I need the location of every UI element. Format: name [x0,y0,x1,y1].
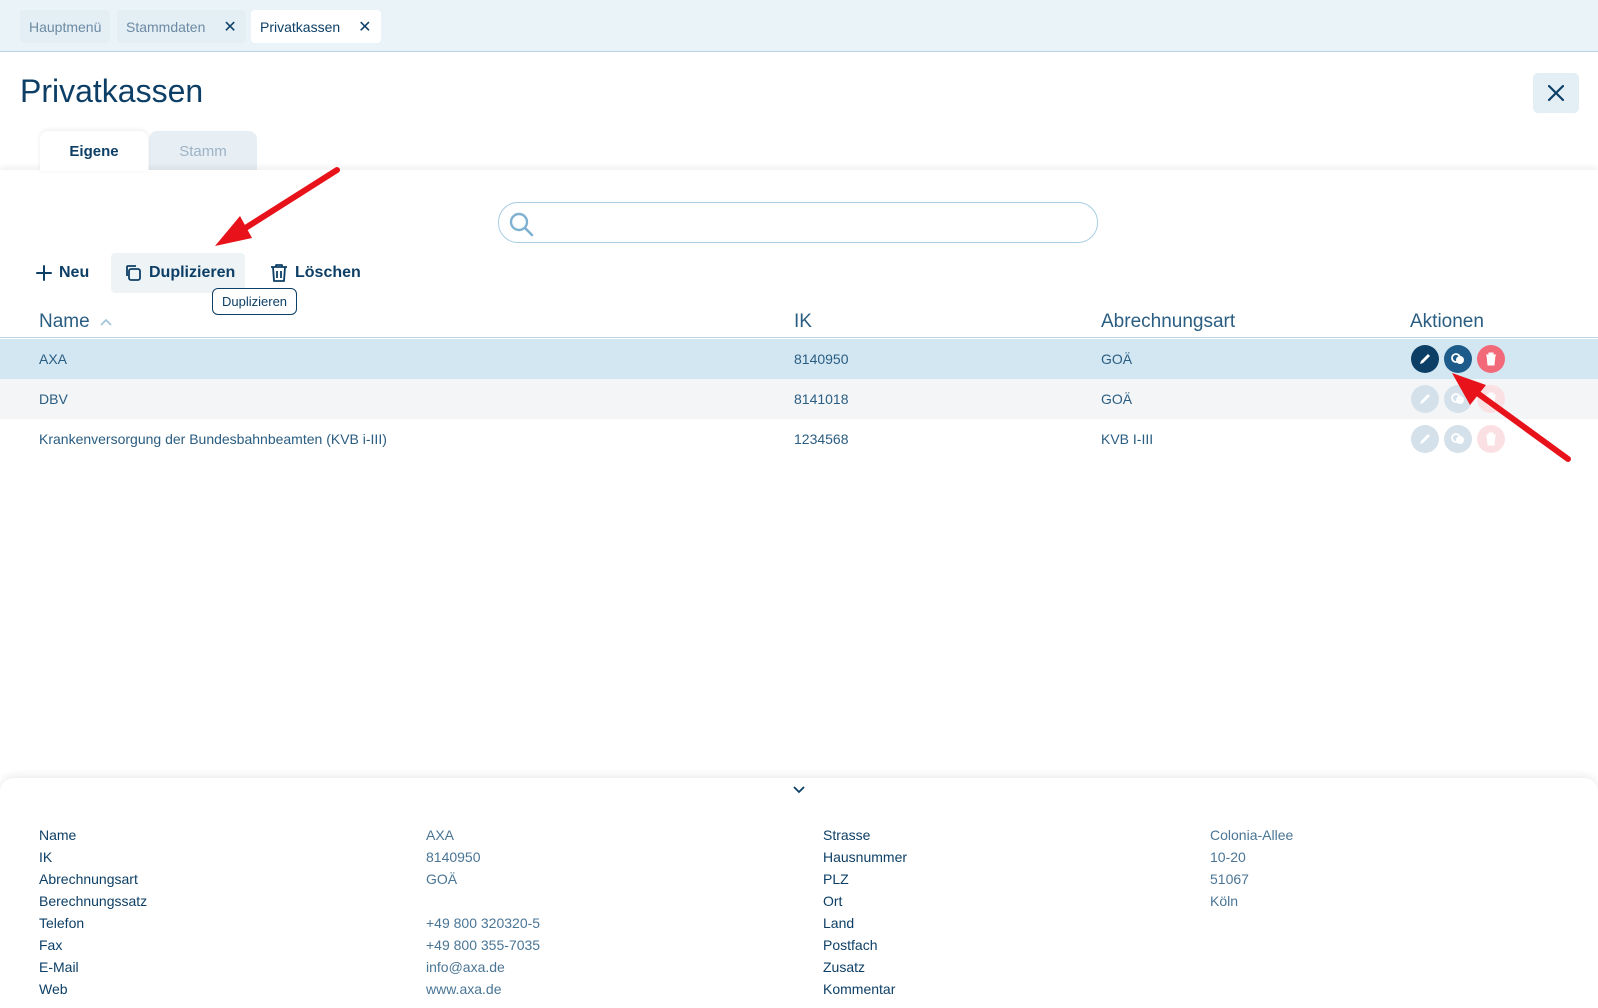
duplicate-icon [1451,433,1464,444]
column-header-abrechnungsart[interactable]: Abrechnungsart [1101,311,1235,333]
page-title: Privatkassen [20,73,204,109]
tab-label: Hauptmenü [29,18,102,35]
row-actions [1411,425,1510,453]
duplicate-tooltip: Duplizieren [212,288,298,315]
tab-eigene[interactable]: Eigene [40,131,148,171]
cell-name: DBV [39,391,68,407]
new-button-label: Neu [59,264,90,281]
detail-label: Land [823,915,855,931]
detail-value: AXA [426,827,455,843]
content-panel-edge [0,170,1598,178]
duplicate-icon [1451,353,1464,364]
trash-icon [1486,392,1496,406]
annotation-arrow-duplicate [215,167,340,246]
header-label: Name [39,311,90,332]
edit-button[interactable] [1411,425,1439,453]
cell-ik: 8140950 [794,351,849,367]
delete-row-button[interactable] [1477,385,1505,413]
copy-icon [126,265,141,281]
delete-button[interactable]: Löschen [270,253,361,293]
trash-icon [1486,432,1496,446]
close-icon[interactable]: ✕ [358,17,371,37]
trash-icon [271,264,287,282]
tab-label: Privatkassen [260,18,341,35]
detail-label: Kommentar [823,981,896,997]
tab-hauptmenue[interactable]: Hauptmenü [20,10,111,43]
edit-button[interactable] [1411,385,1439,413]
delete-button-label: Löschen [295,264,361,281]
delete-row-button[interactable] [1477,345,1505,373]
detail-label: Postfach [823,937,878,953]
detail-value: +49 800 320320-5 [426,915,541,931]
sort-asc-icon [100,318,112,326]
detail-value: 8140950 [426,849,481,865]
duplicate-row-button[interactable] [1444,385,1472,413]
pencil-icon [1420,354,1430,364]
detail-label: Hausnummer [823,849,908,865]
detail-value: GOÄ [426,871,458,887]
row-actions [1411,345,1510,373]
detail-value: info@axa.de [426,959,505,975]
pencil-icon [1420,434,1430,444]
detail-label: Ort [823,893,843,909]
detail-value: +49 800 355-7035 [426,937,541,953]
cell-ik: 8141018 [794,391,849,407]
detail-label: Web [39,981,68,997]
detail-label: Fax [39,937,63,953]
edit-button[interactable] [1411,345,1439,373]
close-icon[interactable]: ✕ [223,17,236,37]
delete-row-button[interactable] [1477,425,1505,453]
cell-abrechnungsart: GOÄ [1101,391,1133,407]
duplicate-button-label: Duplizieren [149,264,236,281]
duplicate-row-button[interactable] [1444,425,1472,453]
detail-value: Köln [1210,893,1239,909]
detail-label: Zusatz [823,959,866,975]
detail-label: Abrechnungsart [39,871,138,887]
detail-value: www.axa.de [426,981,502,997]
detail-label: E-Mail [39,959,79,975]
table-header-divider [0,337,1598,338]
top-tab-bar: Hauptmenü Stammdaten ✕ Privatkassen ✕ [0,0,1598,52]
duplicate-button[interactable]: Duplizieren [111,253,245,293]
tab-privatkassen[interactable]: Privatkassen ✕ [251,10,381,43]
search-box [498,202,1098,243]
detail-label: PLZ [823,871,849,887]
duplicate-icon [1451,393,1464,404]
cell-abrechnungsart: KVB I-III [1101,431,1154,447]
duplicate-row-button[interactable] [1444,345,1472,373]
search-icon [509,212,534,237]
table-row[interactable]: DBV 8141018 GOÄ [0,379,1598,419]
column-header-ik[interactable]: IK [794,311,812,333]
detail-value: 10-20 [1210,849,1246,865]
tab-label: Stammdaten [126,18,206,35]
tab-stammdaten[interactable]: Stammdaten ✕ [117,10,246,43]
close-icon [1547,84,1565,102]
detail-panel: Name AXA IK 8140950 Abrechnungsart GOÄ B… [0,778,1598,1008]
chevron-down-icon[interactable] [793,786,805,794]
plus-icon [36,265,52,281]
cell-name: AXA [39,351,68,367]
detail-label: Berechnungssatz [39,893,148,909]
detail-label: Strasse [823,827,871,843]
tab-stamm[interactable]: Stamm [149,131,257,171]
row-actions [1411,385,1510,413]
column-header-aktionen: Aktionen [1410,311,1484,332]
detail-value: Colonia-Allee [1210,827,1294,843]
new-button[interactable]: Neu [32,253,93,293]
detail-value: 51067 [1210,871,1249,887]
cell-abrechnungsart: GOÄ [1101,351,1133,367]
cell-name: Krankenversorgung der Bundesbahnbeamten … [39,431,387,447]
cell-ik: 1234568 [794,431,849,447]
detail-label: IK [39,849,53,865]
close-page-button[interactable] [1533,73,1579,113]
pencil-icon [1420,394,1430,404]
table-row[interactable]: AXA 8140950 GOÄ [0,339,1598,379]
trash-icon [1486,352,1496,366]
detail-label: Telefon [39,915,85,931]
search-input[interactable] [543,211,1083,235]
column-header-name[interactable]: Name [39,311,113,333]
table-row[interactable]: Krankenversorgung der Bundesbahnbeamten … [0,419,1598,459]
detail-label: Name [39,827,77,843]
